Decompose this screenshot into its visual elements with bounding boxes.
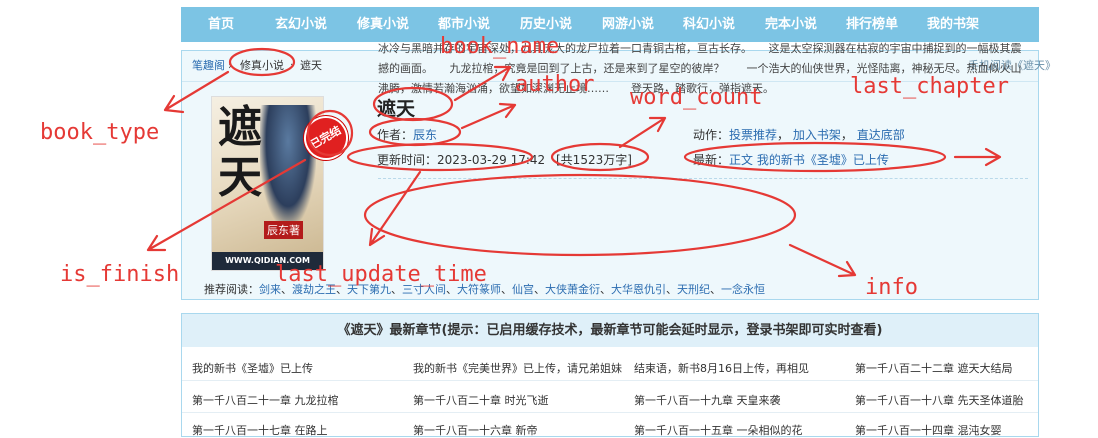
word-count-circle bbox=[550, 142, 650, 172]
annotation-label: last_update_time bbox=[275, 262, 487, 287]
update-time-arrow bbox=[368, 170, 422, 247]
book-name-circle bbox=[372, 86, 454, 122]
annotation-label: info bbox=[865, 275, 918, 300]
annotation-label: book_name bbox=[440, 34, 560, 59]
annotation-label: is_finish bbox=[60, 262, 180, 287]
author-arrow bbox=[460, 102, 517, 130]
update-time-circle bbox=[346, 142, 534, 172]
info-circle bbox=[363, 173, 797, 257]
annotation-label: word_count bbox=[630, 85, 763, 110]
book-type-arrow bbox=[163, 70, 230, 114]
annotation-label: book_type bbox=[40, 120, 160, 145]
book-type-circle bbox=[228, 47, 296, 77]
author-circle bbox=[368, 117, 462, 147]
annotation-label: author bbox=[515, 72, 595, 97]
info-arrow bbox=[788, 243, 857, 278]
word-count-arrow bbox=[618, 116, 667, 149]
annotation-overlay bbox=[146, 47, 1002, 278]
finish-circle bbox=[306, 109, 354, 157]
book-name-arrow bbox=[453, 65, 512, 102]
last-chapter-circle bbox=[683, 141, 947, 173]
is-finish-arrow bbox=[146, 158, 307, 252]
annotation-label: last_chapter bbox=[850, 74, 1009, 99]
last-chapter-arrow bbox=[953, 147, 1002, 167]
